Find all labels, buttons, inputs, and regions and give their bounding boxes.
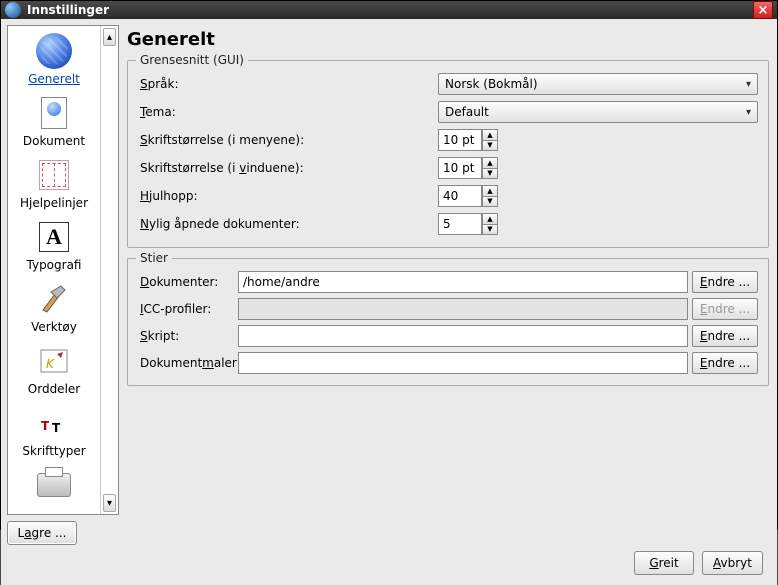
menu-font-input[interactable] [438,129,482,151]
sidebar-item-label: Hjelpelinjer [20,196,88,210]
spin-down-icon[interactable]: ▼ [482,168,498,180]
printer-icon [34,466,74,504]
icc-path-input [238,298,688,320]
sidebar-scroll-down[interactable]: ▾ [103,494,116,512]
hammer-icon [34,280,74,318]
wheel-label: Hjulhopp: [138,189,438,203]
sidebar-item-label: Skrifttyper [22,444,85,458]
ok-button[interactable]: Greit [634,551,694,575]
recent-label: Nylig åpnede dokumenter: [138,217,438,231]
hyphenation-icon: K [34,342,74,380]
sidebar-item-label: Typografi [27,258,82,272]
spin-up-icon[interactable]: ▲ [482,185,498,196]
svg-text:T: T [41,419,50,433]
sidebar-item-label: Dokument [23,134,85,148]
wheel-input[interactable] [438,185,482,207]
sidebar-item-fonts[interactable]: TT Skrifttyper [10,402,98,464]
recent-input[interactable] [438,213,482,235]
language-combo[interactable]: Norsk (Bokmål) [438,73,758,95]
globe-icon [34,32,74,70]
sidebar-item-general[interactable]: Generelt [10,30,98,92]
app-icon [5,2,21,18]
scripts-change-button[interactable]: Endre ... [692,325,758,347]
dialog-footer: Greit Avbryt [7,545,771,579]
docs-path-input[interactable] [238,271,688,293]
sidebar-item-tools[interactable]: Verktøy [10,278,98,340]
sidebar-item-document[interactable]: Dokument [10,92,98,154]
spin-up-icon[interactable]: ▲ [482,157,498,168]
docs-change-button[interactable]: Endre ... [692,271,758,293]
cancel-button[interactable]: Avbryt [702,551,763,575]
spin-up-icon[interactable]: ▲ [482,213,498,224]
window-font-spinner[interactable]: ▲▼ [438,157,498,179]
templates-path-label: Dokumentmaler: [138,356,238,370]
guides-icon [34,156,74,194]
dialog-body: Generelt Dokument Hjelpelinjer [1,19,777,585]
sidebar-scrollbar: ▴ ▾ [100,26,118,514]
icc-path-label: ICC-profiler: [138,302,238,316]
language-label: Språk: [138,77,438,91]
sidebar-item-printer[interactable] [10,464,98,510]
recent-spinner[interactable]: ▲▼ [438,213,498,235]
scripts-path-input[interactable] [238,325,688,347]
window-font-label: Skriftstørrelse (i vinduene): [138,161,438,175]
icc-change-button: Endre ... [692,298,758,320]
document-icon [34,94,74,132]
theme-label: Tema: [138,105,438,119]
close-button[interactable]: × [753,1,773,19]
gui-groupbox: Grensesnitt (GUI) Språk: Norsk (Bokmål) … [127,60,769,248]
sidebar-item-label: Generelt [28,72,80,86]
gui-legend: Grensesnitt (GUI) [136,53,248,67]
sidebar-item-label: Verktøy [31,320,77,334]
scripts-path-label: Skript: [138,329,238,343]
window-title: Innstillinger [27,3,753,17]
wheel-spinner[interactable]: ▲▼ [438,185,498,207]
svg-text:T: T [52,421,61,435]
spin-down-icon[interactable]: ▼ [482,140,498,152]
titlebar[interactable]: Innstillinger × [1,1,777,19]
typography-icon: A [34,218,74,256]
svg-text:K: K [46,357,55,371]
sidebar-scroll-up[interactable]: ▴ [103,28,116,46]
spin-up-icon[interactable]: ▲ [482,129,498,140]
paths-legend: Stier [136,251,172,265]
menu-font-label: Skriftstørrelse (i menyene): [138,133,438,147]
templates-path-input[interactable] [238,352,688,374]
sidebar-item-guides[interactable]: Hjelpelinjer [10,154,98,216]
docs-path-label: Dokumenter: [138,275,238,289]
fonts-icon: TT [34,404,74,442]
sidebar-item-hyphenation[interactable]: K Orddeler [10,340,98,402]
window-font-input[interactable] [438,157,482,179]
paths-groupbox: Stier Dokumenter: Endre ... ICC-profiler… [127,258,769,386]
category-sidebar: Generelt Dokument Hjelpelinjer [7,25,119,515]
sidebar-item-label: Orddeler [28,382,80,396]
menu-font-spinner[interactable]: ▲▼ [438,129,498,151]
templates-change-button[interactable]: Endre ... [692,352,758,374]
save-defaults-button[interactable]: Lagre ... [7,521,77,545]
settings-window: Innstillinger × Generelt Dokument [0,0,778,530]
sidebar-item-typography[interactable]: A Typografi [10,216,98,278]
spin-down-icon[interactable]: ▼ [482,224,498,236]
spin-down-icon[interactable]: ▼ [482,196,498,208]
theme-combo[interactable]: Default [438,101,758,123]
